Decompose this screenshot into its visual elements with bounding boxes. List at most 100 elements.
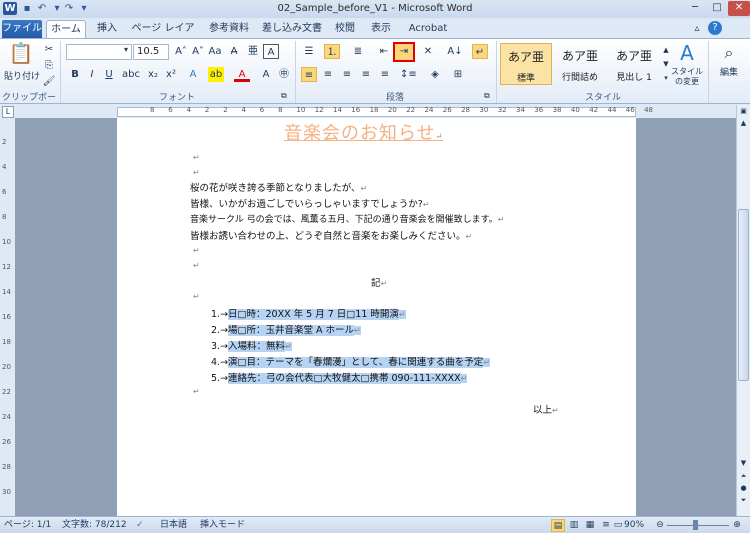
zoom-level[interactable]: 90% — [624, 519, 644, 532]
font-color-icon[interactable]: A — [234, 67, 250, 82]
body-paragraph[interactable]: 桜の花が咲き誇る季節となりましたが、↵ — [190, 180, 367, 194]
shrink-font-icon[interactable]: A˅ — [190, 44, 206, 59]
copy-icon[interactable]: ⎘ — [41, 58, 57, 73]
tab-insert[interactable]: 挿入 — [92, 20, 122, 38]
font-name-select[interactable] — [66, 44, 132, 60]
style-no-spacing[interactable]: あア亜 行間詰め — [554, 43, 606, 85]
highlight-color-icon[interactable]: ab — [208, 67, 224, 82]
character-shading-icon[interactable]: A — [258, 67, 274, 82]
close-button[interactable]: ✕ — [728, 1, 750, 16]
style-heading-1[interactable]: あア亜 見出し 1 — [608, 43, 660, 85]
scroll-thumb[interactable] — [738, 209, 749, 381]
sort-icon[interactable]: A↓ — [447, 44, 463, 59]
list-item[interactable]: 3.→入場料：無料↵ — [211, 338, 292, 352]
zoom-slider-track[interactable] — [667, 525, 729, 526]
paste-icon[interactable]: 📋 — [4, 41, 38, 71]
distributed-icon[interactable]: ≡ — [377, 67, 393, 82]
help-icon[interactable]: ? — [708, 21, 722, 35]
minimize-button[interactable]: ─ — [684, 1, 706, 16]
editing-button[interactable]: 編集 — [712, 65, 746, 78]
tab-mailings[interactable]: 差し込み文書 — [260, 20, 324, 38]
grow-font-icon[interactable]: A˄ — [173, 44, 189, 59]
ki-heading[interactable]: 記↵ — [371, 275, 387, 289]
enclosed-char-icon[interactable]: ㊥ — [276, 67, 292, 82]
document-title[interactable]: 音楽会のお知らせ↵ — [284, 119, 443, 145]
find-binoculars-icon[interactable]: ⌕ — [714, 43, 744, 63]
scroll-up-icon[interactable]: ▲ — [738, 119, 749, 129]
italic-icon[interactable]: I — [84, 67, 100, 82]
zoom-out-icon[interactable]: ⊖ — [655, 519, 665, 532]
multilevel-list-icon[interactable]: ≣ — [350, 44, 366, 59]
ruler-toggle-icon[interactable]: ▣ — [738, 107, 749, 117]
font-size-select[interactable]: 10.5 — [133, 44, 169, 60]
word-count[interactable]: 文字数: 78/212 — [62, 519, 127, 532]
align-right-icon[interactable]: ≡ — [339, 67, 355, 82]
shading-icon[interactable]: ◈ — [427, 67, 443, 82]
subscript-icon[interactable]: x₂ — [145, 67, 161, 82]
zoom-slider-thumb[interactable] — [693, 520, 698, 530]
line-spacing-icon[interactable]: ↕≡ — [400, 67, 417, 82]
tab-acrobat[interactable]: Acrobat — [404, 20, 452, 38]
print-layout-view-icon[interactable]: ▤ — [551, 519, 565, 532]
change-case-icon[interactable]: Aa — [207, 44, 223, 59]
justify-icon[interactable]: ≡ — [358, 67, 374, 82]
vertical-ruler[interactable]: 2 4 6 8 10 12 14 16 18 20 22 24 26 28 30 — [0, 118, 15, 516]
body-paragraph[interactable]: 音楽サークル 弓の会では、風薫る五月、下記の通り音楽会を開催致します。↵ — [190, 212, 504, 225]
phonetic-guide-icon[interactable]: 亜 — [245, 44, 261, 59]
change-styles-icon[interactable]: A — [672, 41, 702, 65]
vertical-scrollbar[interactable]: ▣ ▲ ▼ ⏶ ● ⏷ — [736, 105, 750, 516]
tab-selector-icon[interactable]: L — [2, 106, 14, 118]
web-layout-view-icon[interactable]: ▦ — [583, 519, 597, 532]
align-center-icon[interactable]: ≡ — [320, 67, 336, 82]
draft-view-icon[interactable]: ▭ — [611, 519, 625, 532]
zoom-in-icon[interactable]: ⊕ — [732, 519, 742, 532]
text-effects-icon[interactable]: A — [185, 67, 201, 82]
font-dialog-launcher-icon[interactable]: ⧉ — [281, 91, 287, 101]
maximize-button[interactable]: □ — [706, 1, 728, 16]
paste-button[interactable]: 貼り付け — [2, 69, 42, 82]
horizontal-ruler[interactable]: L 8 6 4 2 2 4 6 8 10 12 14 16 18 20 22 24 26 28 30 32 34 36 38… — [0, 105, 750, 118]
bold-icon[interactable]: B — [67, 67, 83, 82]
ijou-closing[interactable]: 以上↵ — [533, 402, 559, 416]
minimize-ribbon-icon[interactable]: ▵ — [690, 20, 704, 38]
insert-mode-indicator[interactable]: 挿入モード — [200, 519, 245, 532]
document-page[interactable]: 音楽会のお知らせ↵ ↵ ↵ 桜の花が咲き誇る季節となりましたが、↵ 皆様、いかが… — [117, 118, 636, 516]
tab-file[interactable]: ファイル — [2, 20, 42, 38]
list-item[interactable]: 5.→連絡先：弓の会代表□大牧健太□携帯 090-111-XXXX↵ — [211, 370, 468, 384]
paragraph-dialog-launcher-icon[interactable]: ⧉ — [484, 91, 490, 101]
list-item[interactable]: 1.→日□時：20XX 年 5 月 7 日□11 時開演↵ — [211, 306, 406, 320]
borders-icon[interactable]: ⊞ — [450, 67, 466, 82]
list-item[interactable]: 4.→演□目：テーマを「春爛漫」として、春に関連する曲を予定↵ — [211, 354, 490, 368]
tab-review[interactable]: 校閲 — [330, 20, 360, 38]
clear-formatting-icon[interactable]: A̶ — [226, 44, 242, 59]
superscript-icon[interactable]: x² — [163, 67, 179, 82]
cut-icon[interactable]: ✂ — [41, 42, 57, 57]
tab-page-layout[interactable]: ページ レイアウト — [128, 20, 198, 51]
full-screen-reading-view-icon[interactable]: ▥ — [567, 519, 581, 532]
previous-page-icon[interactable]: ⏶ — [738, 472, 749, 482]
tab-references[interactable]: 参考資料 — [205, 20, 253, 38]
language-indicator[interactable]: 日本語 — [160, 519, 187, 532]
page-count[interactable]: ページ: 1/1 — [4, 519, 51, 532]
style-normal[interactable]: あア亜 標準 — [500, 43, 552, 85]
enclose-characters-icon[interactable]: A — [263, 44, 279, 59]
format-painter-icon[interactable]: 🖌 — [41, 74, 57, 89]
numbering-icon[interactable]: ⒈ — [324, 44, 340, 59]
body-paragraph[interactable]: 皆様お誘い合わせの上、どうぞ自然と音楽をお楽しみください。↵ — [190, 228, 472, 242]
decrease-indent-icon[interactable]: ⇤ — [376, 44, 392, 59]
increase-indent-icon[interactable]: ⇥ — [393, 42, 415, 62]
bullets-icon[interactable]: ☰ — [301, 44, 317, 59]
align-left-icon[interactable]: ≡ — [301, 67, 317, 82]
show-formatting-marks-icon[interactable]: ↵ — [472, 44, 488, 59]
list-item[interactable]: 2.→場□所：玉井音楽堂 A ホール↵ — [211, 322, 361, 336]
tab-view[interactable]: 表示 — [366, 20, 396, 38]
strikethrough-icon[interactable]: abc — [122, 67, 140, 82]
select-browse-object-icon[interactable]: ● — [738, 484, 749, 494]
underline-icon[interactable]: U — [101, 67, 117, 82]
text-direction-icon[interactable]: ✕ — [420, 44, 436, 59]
next-page-icon[interactable]: ⏷ — [738, 496, 749, 506]
font-name-dropdown-icon[interactable]: ▾ — [124, 45, 128, 54]
tab-home[interactable]: ホーム — [46, 20, 86, 38]
proofing-icon[interactable]: ✓ — [136, 519, 144, 532]
change-styles-button[interactable]: スタイルの変更 — [668, 67, 706, 87]
